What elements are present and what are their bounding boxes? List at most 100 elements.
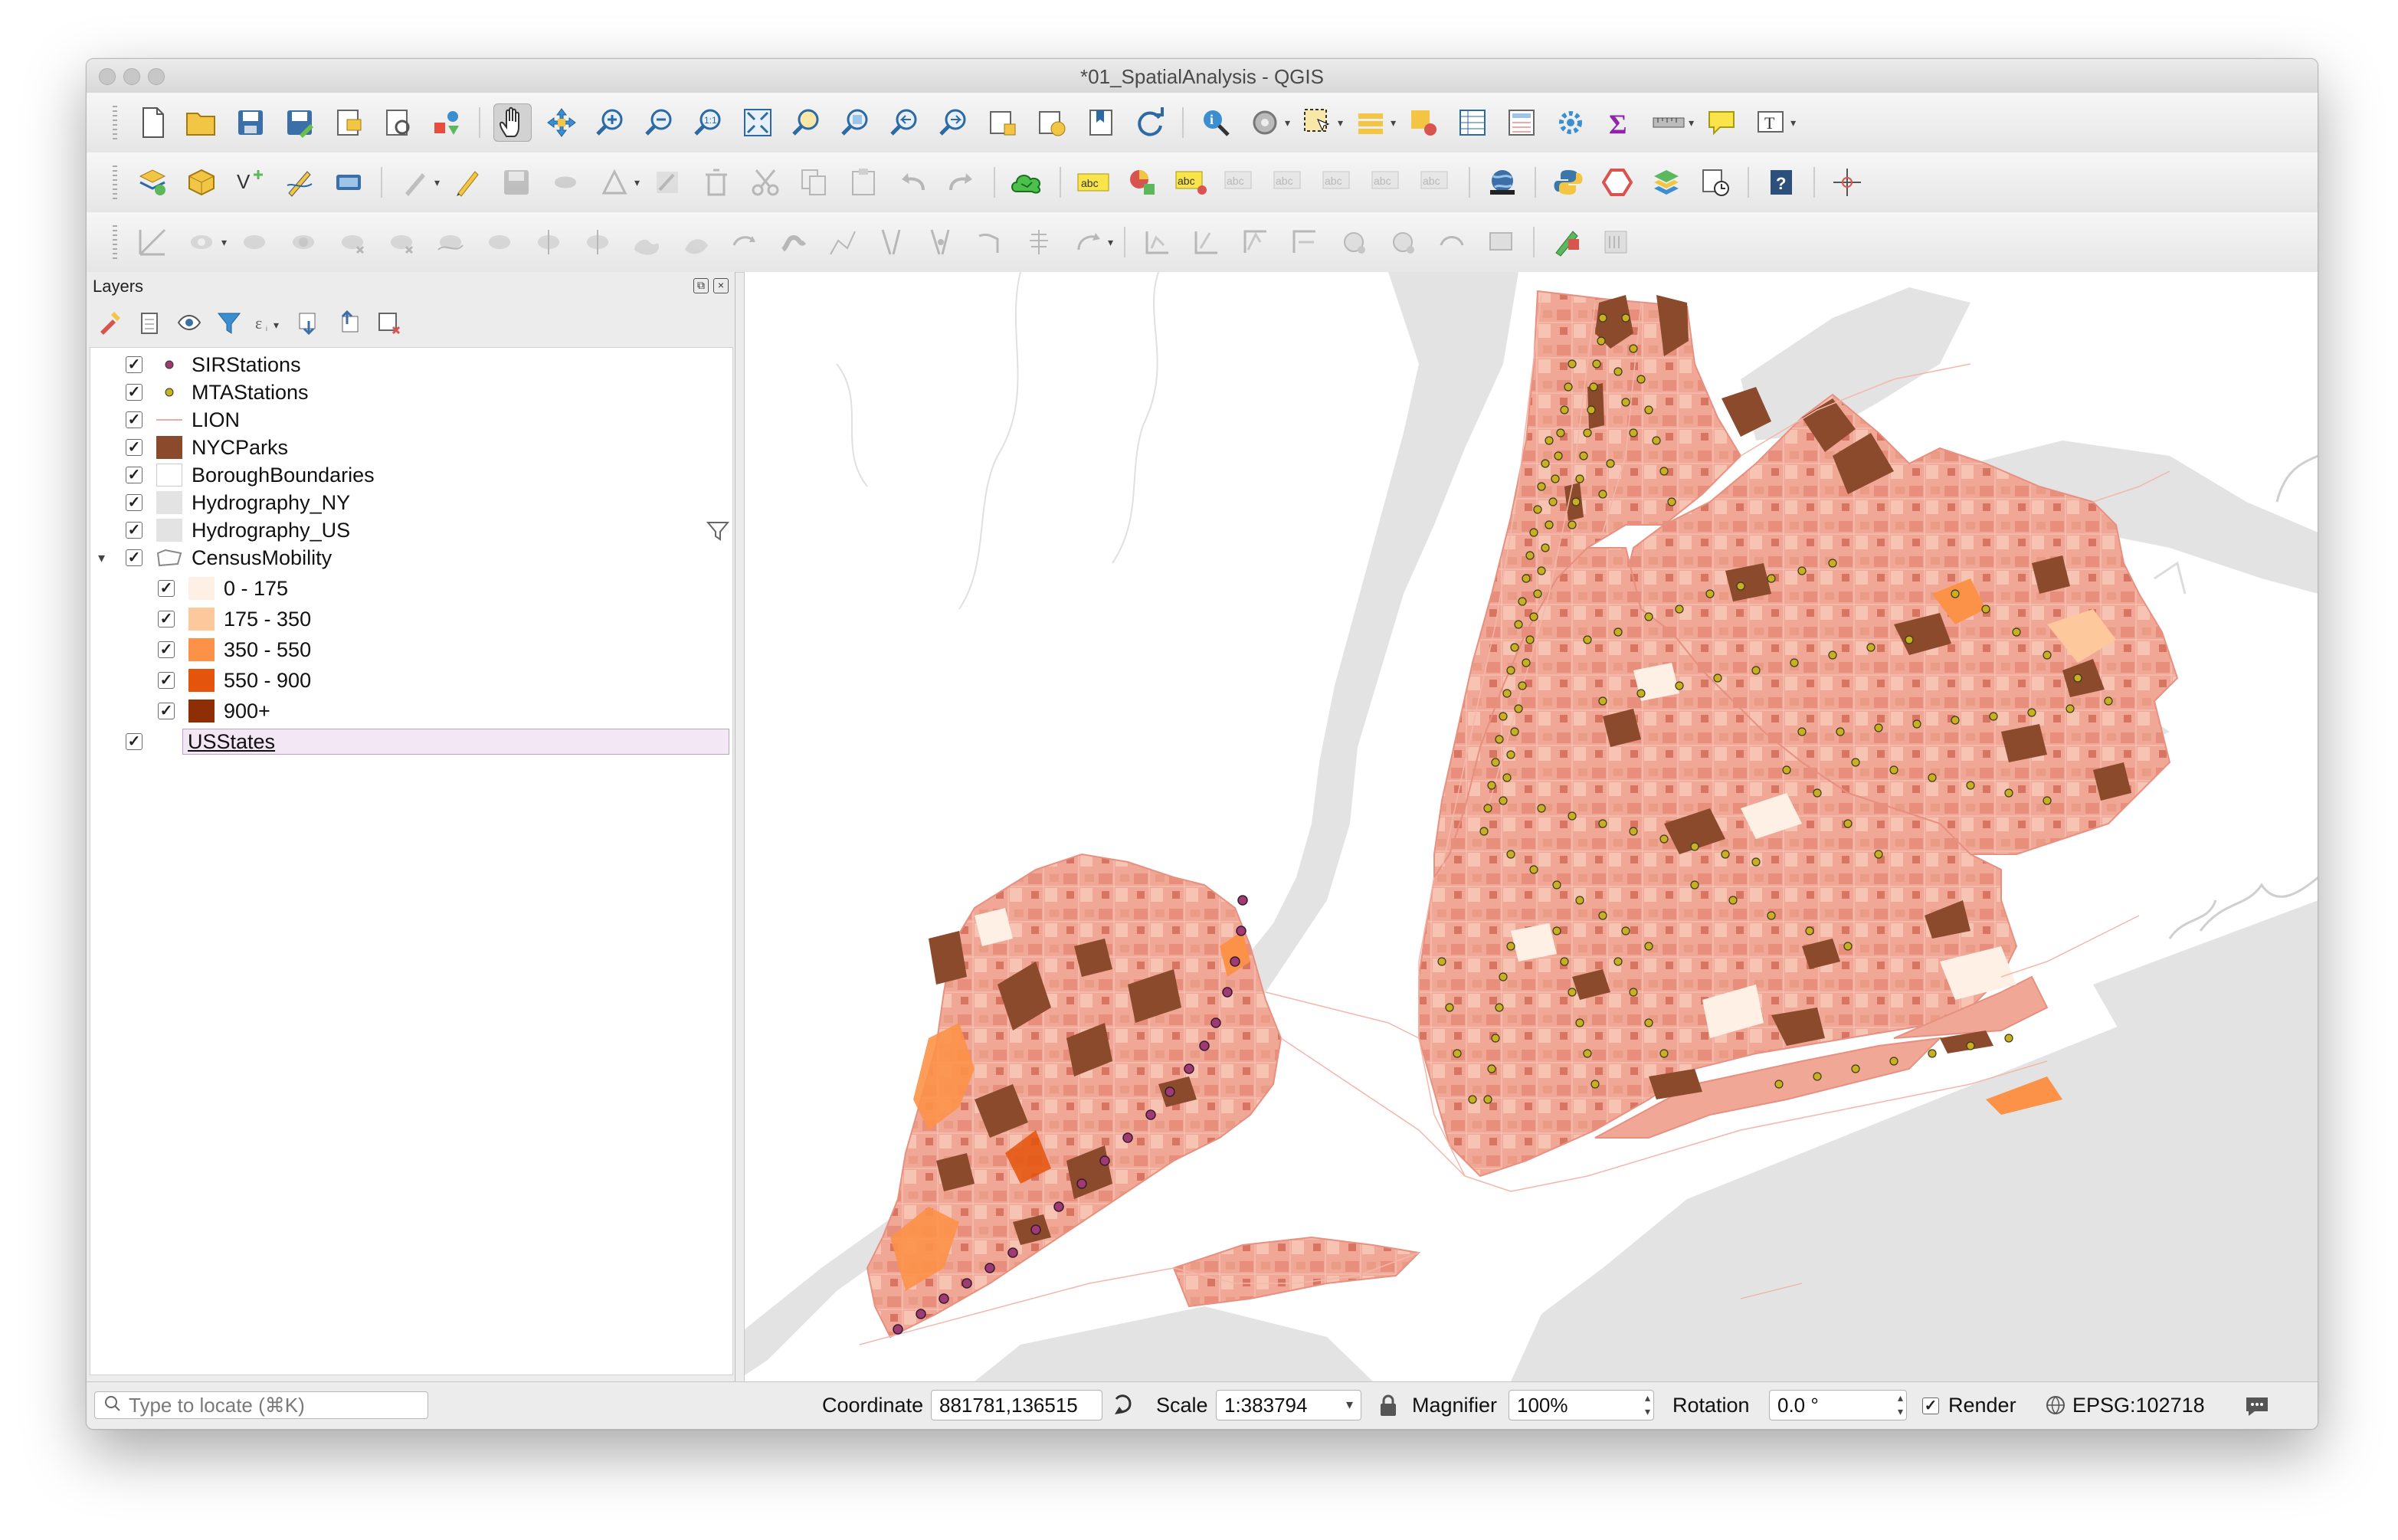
remove-layer-icon[interactable] <box>373 307 404 338</box>
toggle-edit-icon[interactable] <box>448 163 486 202</box>
delete-ring-icon[interactable] <box>333 223 372 261</box>
map-render[interactable] <box>745 272 2318 1381</box>
legend-class-checkbox[interactable]: ✓ <box>158 611 175 627</box>
layer-row-sirstations[interactable]: ✓ SIRStations <box>126 351 301 378</box>
modify-attributes-icon[interactable] <box>648 163 686 202</box>
layer-filter-icon[interactable] <box>706 519 730 546</box>
map-tips-icon[interactable] <box>1702 103 1741 142</box>
crosshair-icon[interactable] <box>1828 163 1866 202</box>
spinner-arrows-icon[interactable]: ▴ ▾ <box>1645 1391 1650 1418</box>
split-features-icon[interactable] <box>529 223 568 261</box>
open-project-icon[interactable] <box>182 103 221 142</box>
toolbar-grip[interactable] <box>113 165 117 199</box>
label-show-hide-icon[interactable]: abc <box>1221 163 1260 202</box>
rectangle-icon[interactable] <box>1433 223 1471 261</box>
trim-extend-icon[interactable] <box>873 223 911 261</box>
zoom-native-icon[interactable]: 1:1 <box>690 103 728 142</box>
messages-icon[interactable] <box>2244 1393 2270 1421</box>
statistics-icon[interactable]: Σ <box>1600 103 1639 142</box>
rotate-symbols-icon[interactable] <box>726 223 764 261</box>
pan-icon[interactable] <box>493 103 532 142</box>
toggle-extents-icon[interactable] <box>1112 1393 1135 1421</box>
print-layout-icon[interactable] <box>329 103 368 142</box>
save-edits-icon[interactable] <box>497 163 536 202</box>
deselect-icon[interactable] <box>1404 103 1443 142</box>
lock-icon[interactable] <box>1378 1394 1398 1421</box>
layer-row-boroughboundaries[interactable]: ✓ BoroughBoundaries <box>126 461 375 489</box>
layer-row-hydrography-ny[interactable]: ✓ Hydrography_NY <box>126 489 350 516</box>
collapse-all-icon[interactable] <box>333 307 364 338</box>
save-project-icon[interactable] <box>231 103 270 142</box>
new-virtual-layer-icon[interactable] <box>329 163 368 202</box>
plugin-icon[interactable] <box>1598 163 1636 202</box>
select-attribute-icon[interactable] <box>1351 103 1390 142</box>
float-panel-icon[interactable]: ⧉ <box>693 278 709 293</box>
snapping-icon[interactable] <box>1188 223 1226 261</box>
layer-row-mtastations[interactable]: ✓ MTAStations <box>126 378 309 406</box>
layer-row-censusmobility[interactable]: ▾ ✓ CensusMobility <box>98 544 332 572</box>
layer-visibility-checkbox[interactable]: ✓ <box>126 549 143 566</box>
select-icon[interactable] <box>1299 103 1337 142</box>
simplify-icon[interactable] <box>775 223 813 261</box>
undo-icon[interactable] <box>893 163 932 202</box>
legend-class-checkbox[interactable]: ✓ <box>158 641 175 658</box>
add-feature-icon[interactable] <box>546 163 585 202</box>
paste-features-icon[interactable] <box>844 163 883 202</box>
visibility-icon[interactable] <box>174 307 205 338</box>
delete-part-icon[interactable] <box>382 223 421 261</box>
map-canvas[interactable] <box>744 272 2318 1381</box>
redo-icon[interactable] <box>942 163 981 202</box>
merge-attributes-icon[interactable] <box>676 223 715 261</box>
layer-row-usstates[interactable]: ✓ USStates <box>126 728 729 755</box>
tracing-icon[interactable] <box>1237 223 1275 261</box>
offset-curve-icon[interactable] <box>480 223 519 261</box>
label-rotate-icon[interactable]: abc <box>1319 163 1358 202</box>
close-panel-icon[interactable]: × <box>713 278 729 293</box>
align-icon[interactable] <box>922 223 960 261</box>
help-icon[interactable]: ? <box>1762 163 1800 202</box>
toolbar-grip[interactable] <box>113 225 117 259</box>
move-feature-icon[interactable] <box>1069 223 1107 261</box>
data-source-manager-icon[interactable] <box>133 163 172 202</box>
bookmarks-icon[interactable] <box>1082 103 1120 142</box>
new-project-icon[interactable] <box>133 103 172 142</box>
scale-field[interactable]: 1:383794 ▾ <box>1216 1390 1361 1420</box>
style-manager-icon[interactable] <box>428 103 466 142</box>
layer-visibility-checkbox[interactable]: ✓ <box>126 384 143 401</box>
zoom-layer-icon[interactable] <box>837 103 875 142</box>
circle-icon[interactable] <box>1335 223 1373 261</box>
digitize-icon[interactable] <box>280 163 319 202</box>
render-checkbox[interactable]: ✓ <box>1922 1397 1939 1414</box>
pan-to-selection-icon[interactable] <box>542 103 581 142</box>
toolbar-grip[interactable] <box>113 106 117 139</box>
zoom-full-icon[interactable] <box>739 103 777 142</box>
action-icon[interactable] <box>1246 103 1284 142</box>
processing-icon[interactable] <box>1551 103 1590 142</box>
layer-row-nycparks[interactable]: ✓ NYCParks <box>126 434 288 461</box>
label-icon[interactable]: abc <box>1074 163 1112 202</box>
text-annotation-icon[interactable]: T <box>1751 103 1790 142</box>
history-icon[interactable] <box>1696 163 1735 202</box>
vertex-tool-icon[interactable] <box>595 163 634 202</box>
rotation-field[interactable]: 0.0 ° ▴ ▾ <box>1769 1390 1907 1420</box>
layer-visibility-checkbox[interactable]: ✓ <box>126 411 143 428</box>
add-group-icon[interactable] <box>134 307 165 338</box>
zoom-out-icon[interactable] <box>640 103 679 142</box>
legend-item[interactable]: ✓ 350 - 550 <box>158 636 311 664</box>
legend-class-checkbox[interactable]: ✓ <box>158 672 175 689</box>
globe-icon[interactable] <box>1483 163 1522 202</box>
layer-visibility-checkbox[interactable]: ✓ <box>126 467 143 483</box>
field-calculator-icon[interactable] <box>1502 103 1541 142</box>
zoom-in-icon[interactable] <box>591 103 630 142</box>
python-icon[interactable] <box>1549 163 1587 202</box>
diagram-icon[interactable] <box>1123 163 1161 202</box>
layer-visibility-checkbox[interactable]: ✓ <box>126 522 143 539</box>
crs-label[interactable]: EPSG:102718 <box>2072 1394 2205 1417</box>
regular-polygon-icon[interactable] <box>1482 223 1520 261</box>
reverse-line-icon[interactable] <box>824 223 862 261</box>
expression-filter-icon[interactable]: ε ᵢ ▾ <box>254 307 284 338</box>
measure-icon[interactable] <box>1649 103 1688 142</box>
layout-manager-icon[interactable] <box>378 103 417 142</box>
edits-icon[interactable] <box>395 163 434 202</box>
zoom-selection-icon[interactable] <box>788 103 826 142</box>
